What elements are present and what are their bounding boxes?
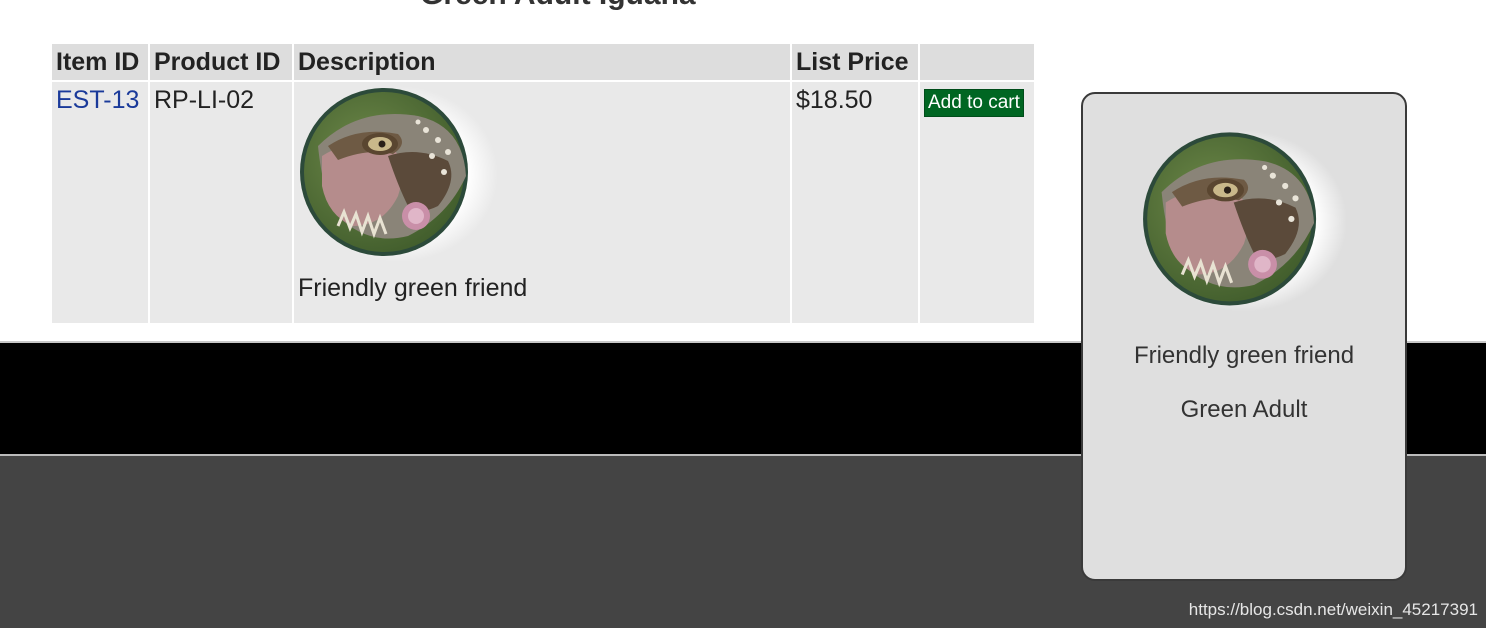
- add-to-cart-button[interactable]: Add to cart: [924, 89, 1024, 117]
- item-preview-popup: Friendly green friend Green Adult: [1081, 92, 1407, 581]
- cell-list-price: $18.50: [792, 82, 918, 323]
- popup-description: Friendly green friend: [1133, 342, 1355, 369]
- header-description: Description: [294, 44, 790, 80]
- item-description: Friendly green friend: [298, 274, 528, 302]
- popup-iguana-image: [1141, 116, 1347, 326]
- cell-action: Add to cart: [920, 82, 1034, 323]
- iguana-image[interactable]: [298, 86, 498, 262]
- table-row: EST-13 RP-LI-02 Friendly green friend $1…: [52, 82, 1034, 323]
- table-header-row: Item ID Product ID Description List Pric…: [52, 44, 1034, 80]
- item-id-link[interactable]: EST-13: [56, 86, 139, 114]
- header-item-id: Item ID: [52, 44, 148, 80]
- watermark-url: https://blog.csdn.net/weixin_45217391: [1188, 600, 1478, 619]
- page-title: Green Adult Iguana: [420, 0, 696, 12]
- items-table: Item ID Product ID Description List Pric…: [50, 42, 1036, 325]
- header-product-id: Product ID: [150, 44, 292, 80]
- cell-item-id: EST-13: [52, 82, 148, 323]
- cell-description: Friendly green friend: [294, 82, 790, 323]
- header-list-price: List Price: [792, 44, 918, 80]
- popup-attribute: Green Adult: [1180, 396, 1308, 423]
- header-action: [920, 44, 1034, 80]
- page: Green Adult Iguana Item ID Product ID De…: [0, 0, 1486, 628]
- cell-product-id: RP-LI-02: [150, 82, 292, 323]
